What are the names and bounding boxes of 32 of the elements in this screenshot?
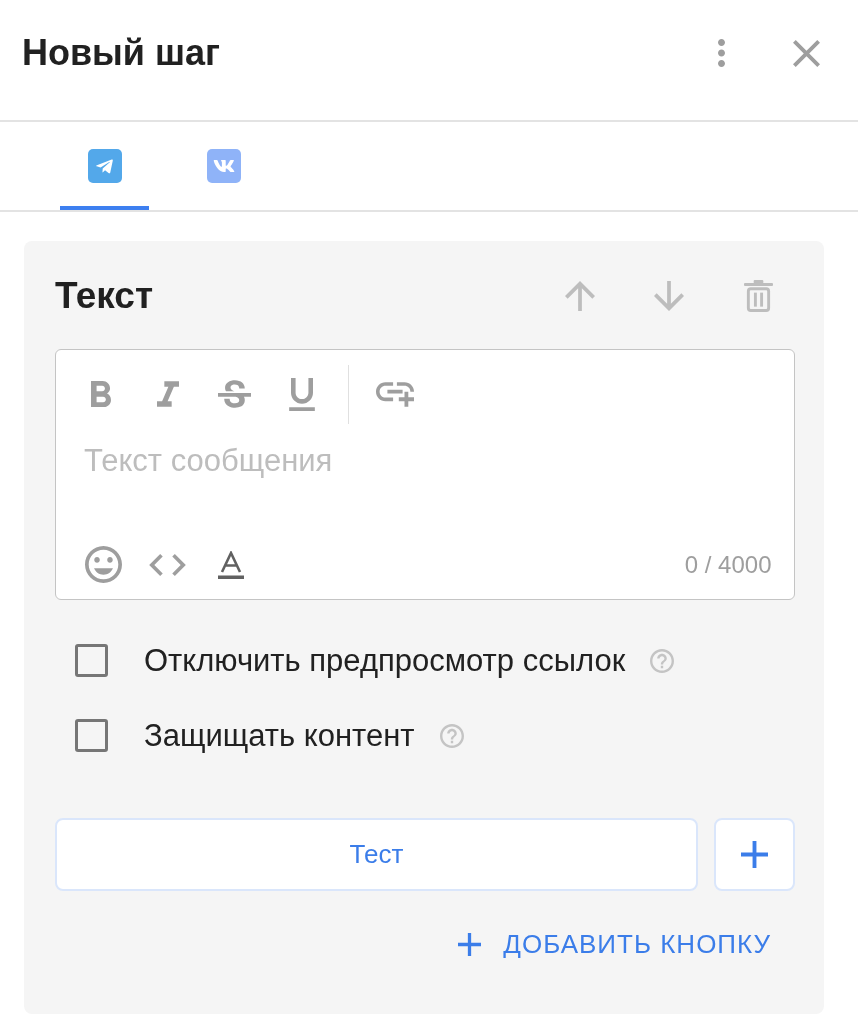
arrow-down-icon — [654, 281, 684, 311]
trash-icon — [743, 280, 773, 312]
arrow-up-icon — [565, 281, 595, 311]
emoji-button[interactable] — [83, 544, 123, 585]
checkbox[interactable] — [75, 719, 108, 752]
paper-plane-icon — [87, 149, 122, 183]
vk-logo-icon — [206, 149, 241, 183]
plus-icon — [458, 932, 482, 956]
add-button-link[interactable]: ДОБАВИТЬ КНОПКУ — [448, 919, 795, 969]
smiley-icon — [84, 546, 122, 583]
underline-icon — [288, 377, 315, 411]
checkbox[interactable] — [75, 644, 108, 677]
help-icon — [439, 723, 464, 748]
add-inline-button[interactable] — [714, 818, 795, 891]
dialog-title: Новый шаг — [22, 31, 222, 75]
message-input[interactable]: Текст сообщения — [84, 442, 770, 545]
block-title: Текст — [55, 274, 155, 318]
close-icon — [792, 39, 820, 67]
plus-icon — [741, 841, 768, 868]
more-icon — [717, 39, 725, 67]
help-icon — [650, 648, 675, 673]
bold-icon — [90, 381, 111, 407]
char-counter: 0 / 4000 — [684, 550, 772, 579]
code-icon — [148, 553, 186, 576]
strikethrough-icon — [218, 379, 251, 409]
text-color-icon — [218, 550, 244, 579]
option-label: Отключить предпросмотр ссылок — [144, 642, 626, 679]
inline-button[interactable]: Тест — [55, 818, 698, 891]
message-editor[interactable]: Текст сообщения 0 / 4000 — [55, 349, 795, 600]
link-plus-icon — [376, 381, 414, 407]
italic-icon — [156, 381, 179, 407]
option-label: Защищать контент — [144, 717, 415, 754]
